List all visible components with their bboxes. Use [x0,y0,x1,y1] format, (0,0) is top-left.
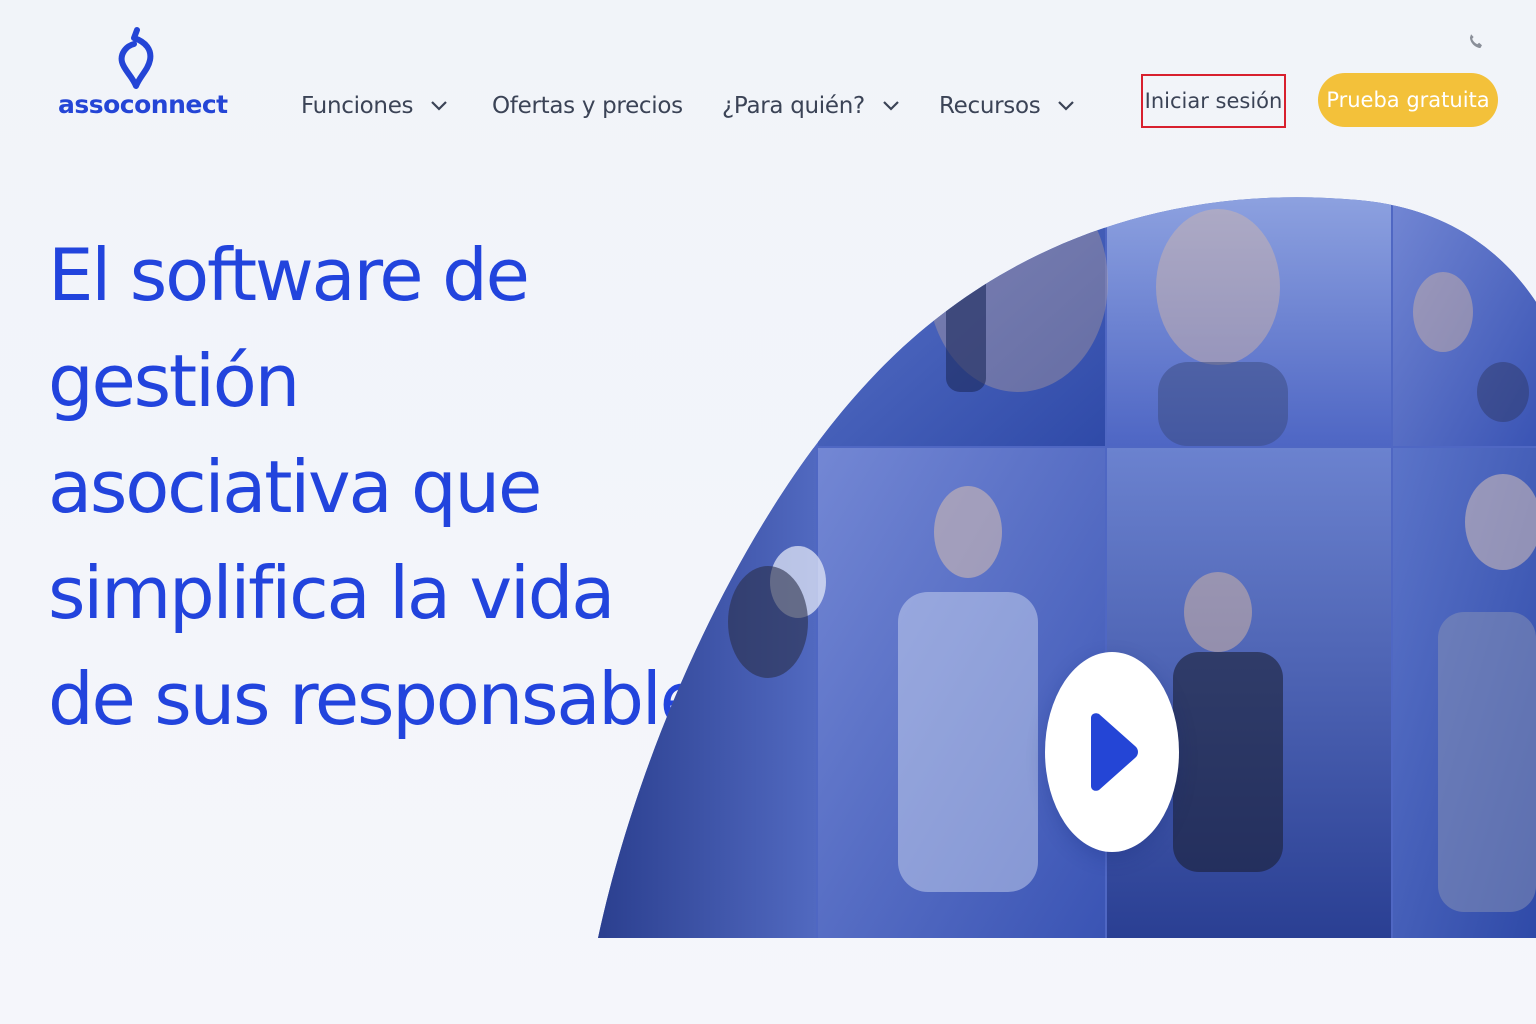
hero-title-line: asociativa que [48,445,542,529]
chevron-down-icon [431,101,448,111]
chevron-down-icon [1058,101,1075,111]
phone-icon[interactable] [1465,31,1487,53]
assoconnect-logo[interactable]: assoconnect [58,26,228,126]
hero-title-line: El software de [48,233,530,317]
hero-title: El software de gestión asociativa que si… [48,222,739,752]
nav-item-ofertas-y-precios[interactable]: Ofertas y precios [492,84,683,128]
nav-item-para-quien[interactable]: ¿Para quién? [722,84,899,128]
login-button[interactable]: Iniciar sesión [1141,74,1286,128]
nav-item-label: ¿Para quién? [722,93,865,119]
chevron-down-icon [883,101,899,111]
hero-title-line: simplifica la vida [48,551,615,635]
hero-title-line: de sus responsables [48,657,739,741]
play-button[interactable] [1045,652,1179,852]
nav-item-label: Funciones [301,93,414,119]
hero-title-line: gestión [48,339,300,423]
nav-item-label: Ofertas y precios [492,93,683,119]
logo-mark-icon [118,27,154,89]
play-icon [1091,713,1138,791]
free-trial-button[interactable]: Prueba gratuita [1318,73,1498,127]
nav-item-funciones[interactable]: Funciones [301,84,448,128]
site-header: assoconnect Funciones Ofertas y precios … [0,0,1536,150]
nav-item-recursos[interactable]: Recursos [939,84,1075,128]
logo-text: assoconnect [58,90,228,119]
nav-item-label: Recursos [939,93,1041,119]
